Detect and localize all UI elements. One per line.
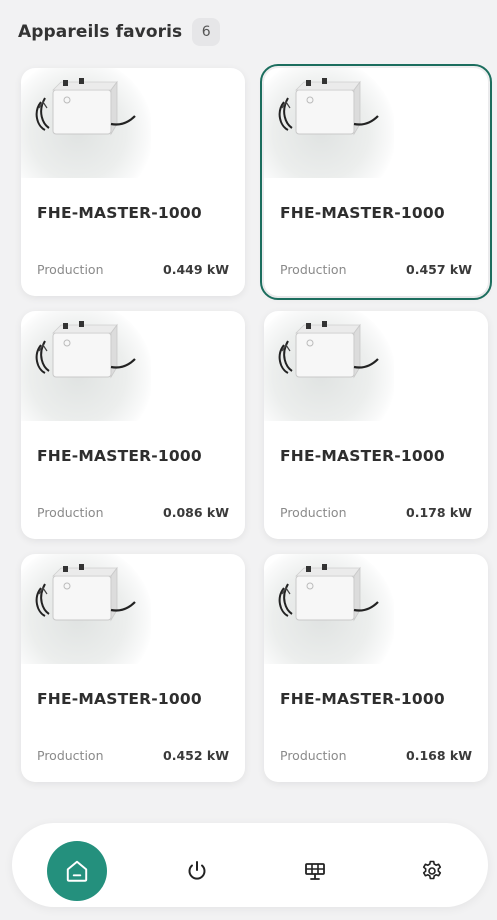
settings-gear-icon bbox=[422, 860, 442, 880]
device-card[interactable]: FHE-MASTER-1000 Production 0.178 kW bbox=[264, 311, 488, 539]
production-label: Production bbox=[280, 748, 347, 763]
production-value: 0.168 kW bbox=[406, 748, 472, 763]
production-value: 0.178 kW bbox=[406, 505, 472, 520]
device-card[interactable]: FHE-MASTER-1000 Production 0.449 kW bbox=[21, 68, 245, 296]
production-value: 0.449 kW bbox=[163, 262, 229, 277]
device-name: FHE-MASTER-1000 bbox=[280, 447, 445, 465]
home-icon bbox=[66, 860, 88, 882]
production-label: Production bbox=[280, 505, 347, 520]
production-row: Production 0.178 kW bbox=[280, 505, 472, 520]
page-title: Appareils favoris bbox=[18, 22, 183, 42]
device-card-selected[interactable]: FHE-MASTER-1000 Production 0.457 kW bbox=[260, 64, 492, 300]
device-name: FHE-MASTER-1000 bbox=[37, 204, 202, 222]
production-value: 0.086 kW bbox=[163, 505, 229, 520]
device-name: FHE-MASTER-1000 bbox=[280, 204, 445, 222]
favorites-count-badge: 6 bbox=[192, 18, 221, 46]
production-row: Production 0.086 kW bbox=[37, 505, 229, 520]
nav-solar-panel-button[interactable] bbox=[285, 841, 345, 901]
inverter-image bbox=[21, 311, 151, 421]
inverter-image bbox=[264, 554, 394, 664]
power-icon bbox=[188, 861, 206, 880]
nav-settings-button[interactable] bbox=[402, 841, 462, 901]
production-label: Production bbox=[37, 748, 104, 763]
production-value: 0.457 kW bbox=[406, 262, 472, 277]
favorites-header: Appareils favoris 6 bbox=[18, 18, 221, 46]
production-label: Production bbox=[37, 262, 104, 277]
production-value: 0.452 kW bbox=[163, 748, 229, 763]
inverter-image bbox=[264, 68, 394, 178]
nav-power-button[interactable] bbox=[167, 841, 227, 901]
device-card[interactable]: FHE-MASTER-1000 Production 0.452 kW bbox=[21, 554, 245, 782]
solar-panel-icon bbox=[305, 863, 325, 880]
bottom-navigation-bar bbox=[12, 823, 488, 907]
device-card[interactable]: FHE-MASTER-1000 Production 0.086 kW bbox=[21, 311, 245, 539]
production-label: Production bbox=[37, 505, 104, 520]
production-row: Production 0.457 kW bbox=[280, 262, 472, 277]
device-name: FHE-MASTER-1000 bbox=[37, 447, 202, 465]
inverter-image bbox=[21, 68, 151, 178]
production-row: Production 0.452 kW bbox=[37, 748, 229, 763]
inverter-image bbox=[264, 311, 394, 421]
nav-home-button[interactable] bbox=[47, 841, 107, 901]
production-row: Production 0.449 kW bbox=[37, 262, 229, 277]
inverter-image bbox=[21, 554, 151, 664]
device-card[interactable]: FHE-MASTER-1000 Production 0.168 kW bbox=[264, 554, 488, 782]
device-name: FHE-MASTER-1000 bbox=[37, 690, 202, 708]
device-name: FHE-MASTER-1000 bbox=[280, 690, 445, 708]
production-label: Production bbox=[280, 262, 347, 277]
production-row: Production 0.168 kW bbox=[280, 748, 472, 763]
